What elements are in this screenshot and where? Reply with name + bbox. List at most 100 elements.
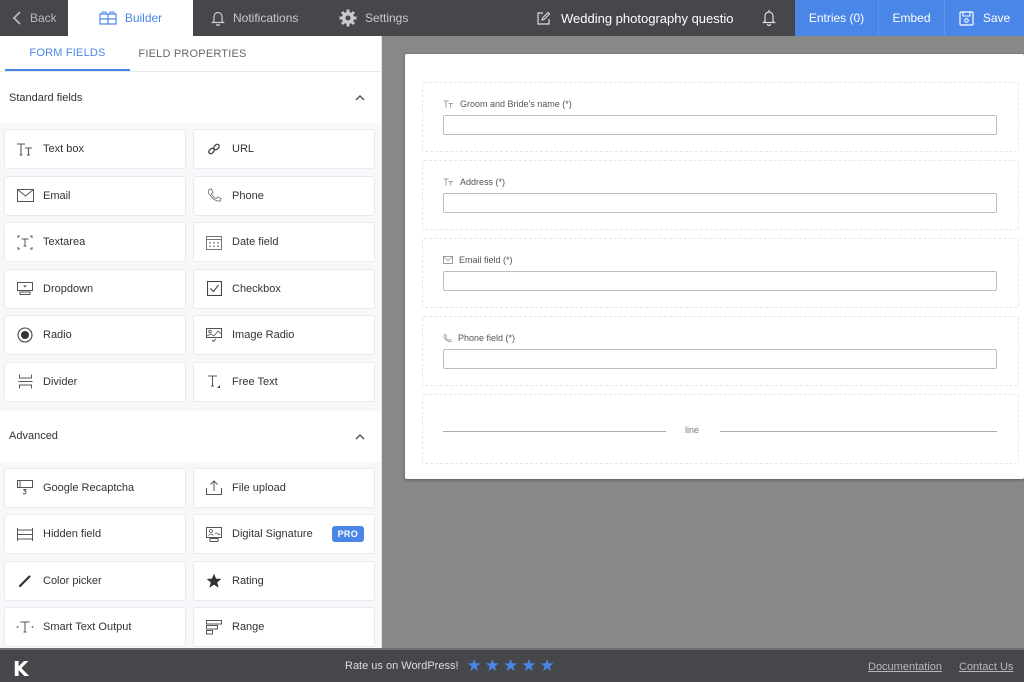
envelope-icon (443, 256, 453, 264)
field-label: Smart Text Output (43, 621, 132, 633)
form-field-phone[interactable]: Phone field (*) (422, 316, 1019, 386)
field-range[interactable]: Range (193, 607, 375, 647)
form-field-divider[interactable]: line (422, 394, 1019, 464)
field-label: Color picker (43, 574, 102, 587)
form-title[interactable]: Wedding photography questio (561, 11, 734, 26)
field-label: Divider (43, 375, 78, 388)
tab-form-fields[interactable]: FORM FIELDS (5, 36, 130, 71)
field-date[interactable]: Date field (193, 222, 375, 262)
field-label-row: Phone field (*) (443, 333, 515, 343)
field-label-row: Email field (*) (443, 255, 513, 265)
field-label: Date field (232, 236, 279, 248)
back-label: Back (30, 11, 57, 25)
edit-icon (537, 11, 551, 25)
star-icon[interactable]: ★ (503, 657, 518, 674)
builder-blocks-icon (99, 11, 117, 25)
email-input[interactable] (443, 271, 997, 291)
field-phone[interactable]: Phone (193, 175, 375, 216)
phone-input[interactable] (443, 349, 997, 369)
field-label: Free Text (232, 375, 278, 388)
star-icon[interactable]: ★ (540, 657, 555, 674)
field-label: Phone field (*) (458, 333, 516, 343)
chevron-left-icon (12, 11, 21, 25)
envelope-icon (16, 187, 34, 205)
notification-bell-icon[interactable] (762, 9, 776, 26)
recaptcha-icon (16, 479, 34, 497)
star-icon[interactable]: ★ (467, 657, 482, 674)
footer: K Rate us on WordPress! ★ ★ ★ ★ ★ Docume… (0, 648, 1024, 682)
field-file-upload[interactable]: File upload (193, 467, 375, 508)
star-icon[interactable]: ★ (521, 657, 536, 674)
field-email[interactable]: Email (4, 175, 186, 216)
form-field-groom-bride-name[interactable]: Groom and Bride's name (*) (422, 82, 1019, 152)
field-rating[interactable]: Rating (193, 560, 375, 601)
field-free-text[interactable]: Free Text (193, 361, 375, 402)
free-text-icon (205, 373, 223, 391)
field-smart-text-output[interactable]: Smart Text Output (4, 607, 186, 647)
radio-icon (16, 326, 34, 344)
field-textarea[interactable]: Textarea (4, 222, 186, 262)
contact-us-link[interactable]: Contact Us (959, 661, 1013, 673)
field-divider[interactable]: Divider (4, 361, 186, 402)
form-field-email[interactable]: Email field (*) (422, 238, 1019, 308)
rating-stars: ★ ★ ★ ★ ★ (467, 657, 555, 674)
rate-us: Rate us on WordPress! ★ ★ ★ ★ ★ (345, 657, 555, 674)
field-hidden[interactable]: Hidden field (4, 514, 186, 554)
bell-icon (211, 11, 225, 26)
field-digital-signature[interactable]: Digital Signature PRO (193, 514, 375, 554)
address-input[interactable] (443, 193, 997, 213)
phone-icon (443, 333, 452, 342)
hidden-field-icon (16, 525, 34, 543)
rate-us-text: Rate us on WordPress! (345, 660, 459, 672)
form-field-address[interactable]: Address (*) (422, 160, 1019, 230)
embed-button[interactable]: Embed (878, 0, 944, 36)
star-icon (205, 572, 223, 590)
divider-label: line (685, 425, 700, 435)
entries-label: Entries (0) (808, 11, 865, 25)
text-size-icon (443, 178, 453, 186)
textarea-icon (16, 233, 34, 251)
form-title-area[interactable]: Wedding photography questio (536, 0, 734, 36)
field-label: Hidden field (43, 528, 102, 540)
tab-field-properties[interactable]: FIELD PROPERTIES (130, 36, 255, 71)
form-canvas: Groom and Bride's name (*) Address (*) E… (405, 54, 1024, 479)
field-label: Text box (43, 143, 84, 155)
standard-fields-grid: Text box URL Email Phone Textarea Date f… (0, 123, 381, 408)
signature-icon (205, 525, 223, 543)
star-icon[interactable]: ★ (485, 657, 500, 674)
tab-notifications[interactable]: Notifications (193, 0, 319, 36)
embed-label: Embed (892, 11, 931, 25)
field-label: Rating (232, 574, 264, 587)
field-checkbox[interactable]: Checkbox (193, 268, 375, 309)
save-button[interactable]: Save (944, 0, 1024, 36)
sidebar-tabs: FORM FIELDS FIELD PROPERTIES (0, 36, 381, 72)
chevron-up-icon[interactable] (355, 94, 365, 101)
field-radio[interactable]: Radio (4, 315, 186, 355)
documentation-link[interactable]: Documentation (868, 661, 942, 673)
groom-bride-name-input[interactable] (443, 115, 997, 135)
field-image-radio[interactable]: Image Radio (193, 315, 375, 355)
field-url[interactable]: URL (193, 129, 375, 169)
tab-settings-label: Settings (365, 11, 409, 25)
tab-settings[interactable]: Settings (319, 0, 408, 36)
pro-badge: PRO (331, 526, 364, 542)
back-button[interactable]: Back (0, 0, 68, 36)
standard-fields-header[interactable]: Standard fields (0, 72, 381, 123)
entries-button[interactable]: Entries (0) (795, 0, 878, 36)
field-label-row: Groom and Bride's name (*) (443, 99, 572, 109)
top-actions: Entries (0) Embed Save (795, 0, 1024, 36)
divider-line-right (720, 431, 997, 432)
field-text-box[interactable]: Text box (4, 129, 186, 169)
field-dropdown[interactable]: Dropdown (4, 268, 186, 309)
checkbox-icon (205, 280, 223, 298)
divider-line-left (443, 431, 666, 432)
smart-text-icon (16, 618, 34, 636)
tab-builder-label: Builder (124, 11, 163, 25)
field-color-picker[interactable]: Color picker (4, 560, 186, 601)
field-google-recaptcha[interactable]: Google Recaptcha (4, 467, 186, 508)
chevron-up-icon[interactable] (355, 433, 365, 440)
tab-builder[interactable]: Builder (68, 0, 193, 36)
advanced-fields-header[interactable]: Advanced (0, 410, 381, 462)
field-label: Phone (232, 189, 264, 202)
link-icon (205, 140, 223, 158)
